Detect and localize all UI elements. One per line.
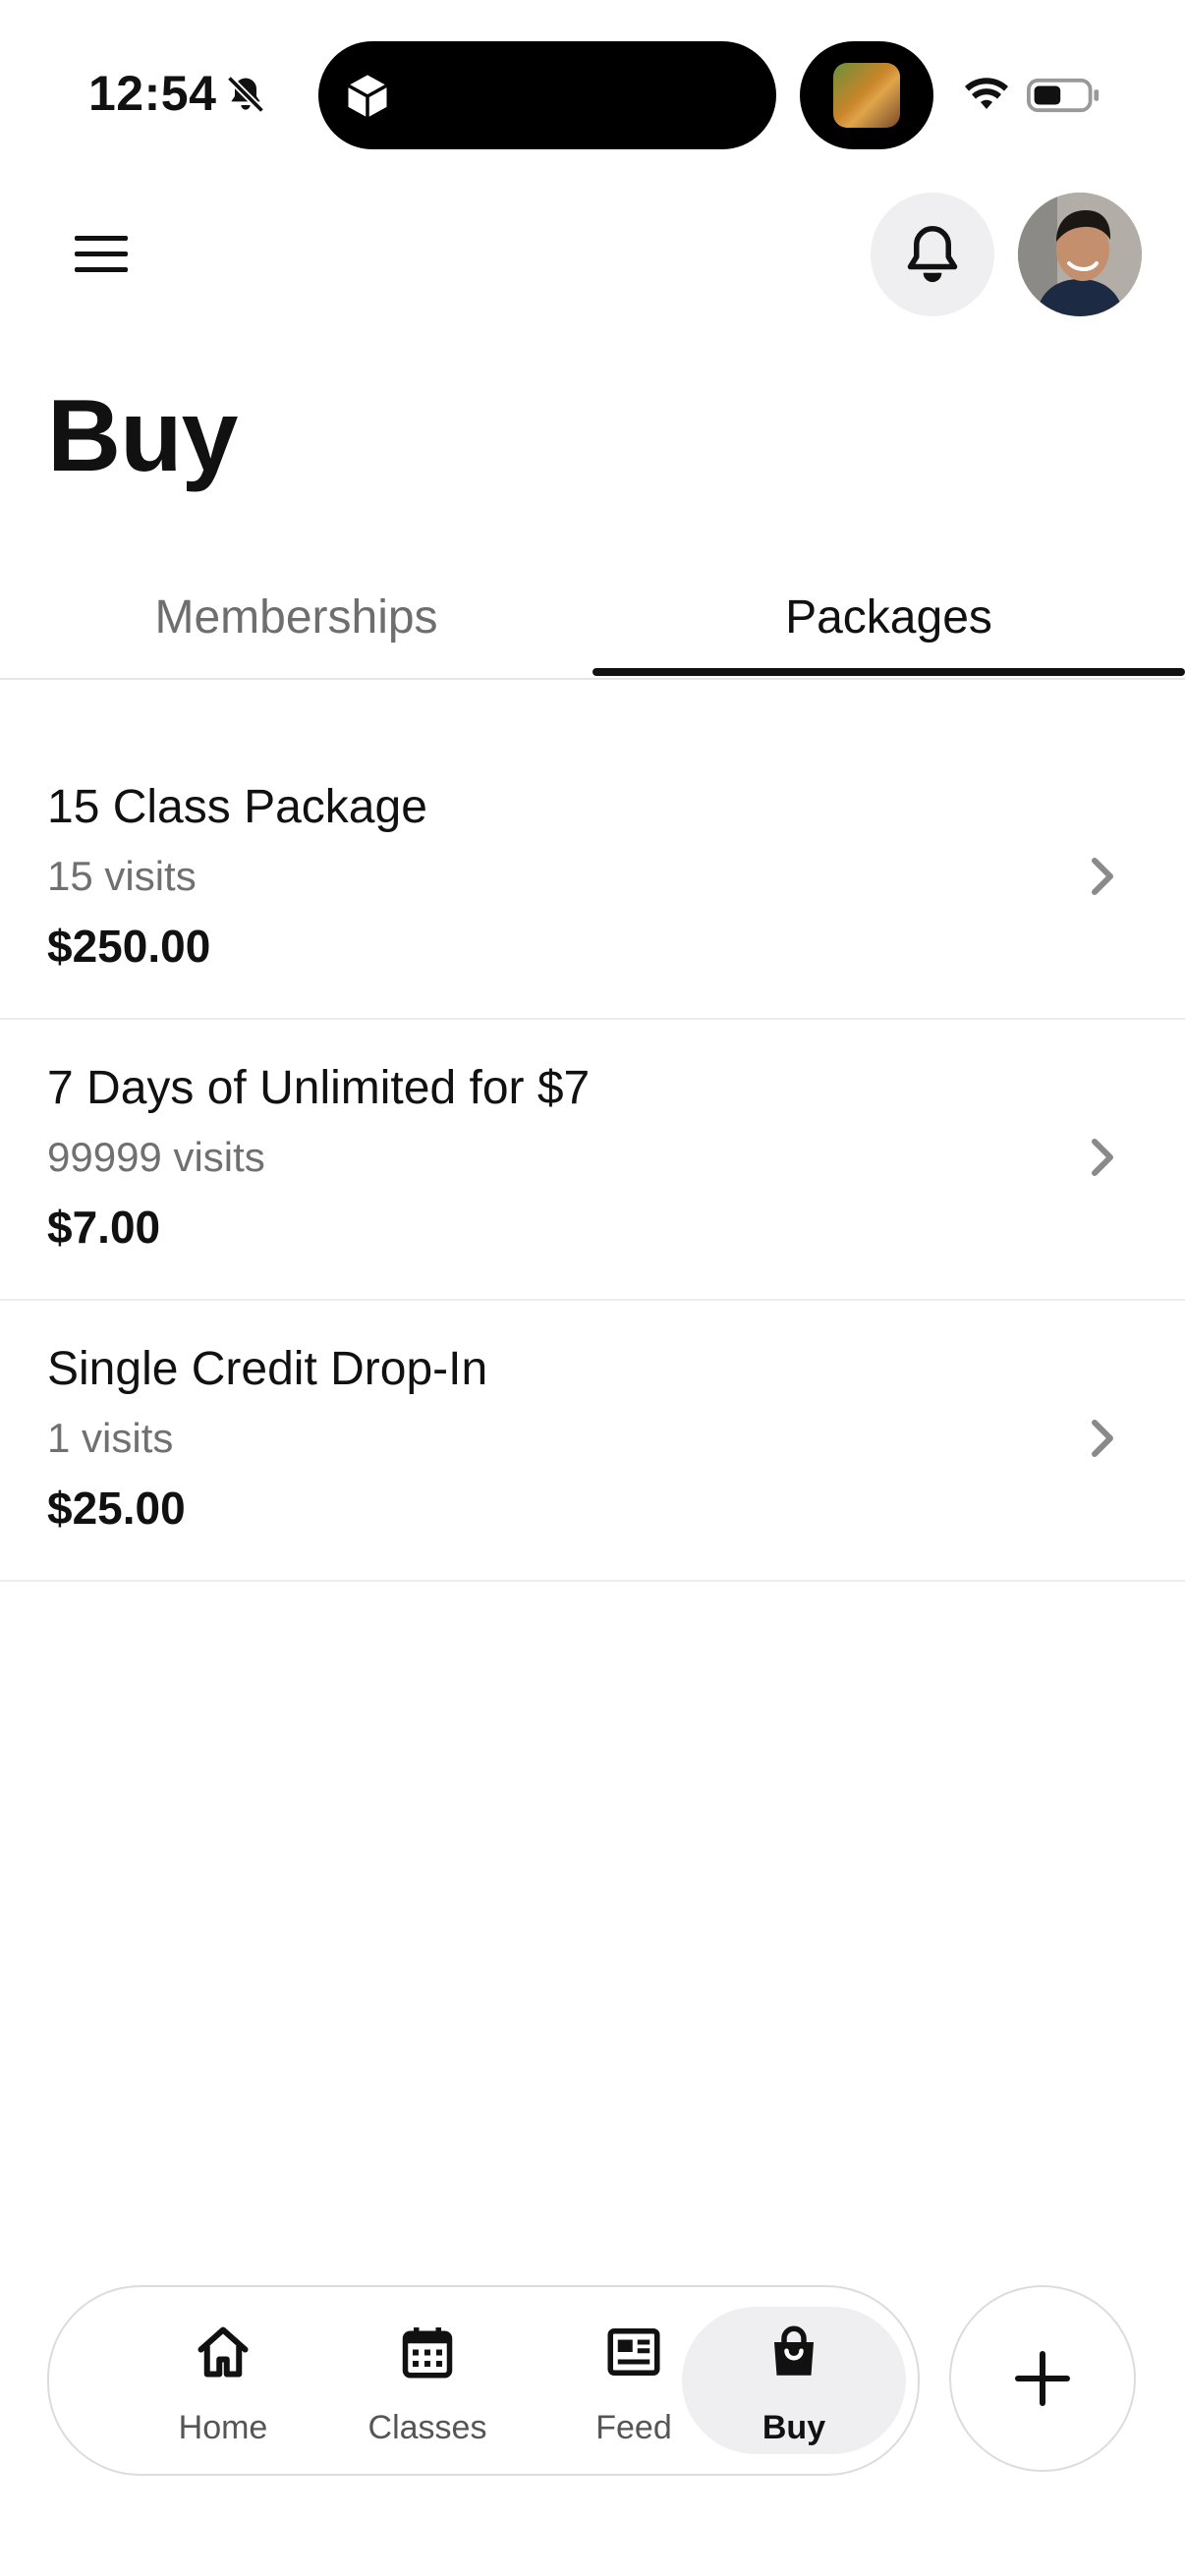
bell-icon: [907, 226, 958, 283]
package-price: $250.00: [47, 921, 211, 972]
live-activity: [800, 41, 933, 149]
tab-bar: Memberships Packages: [0, 566, 1185, 680]
package-visits: 99999 visits: [47, 1134, 265, 1180]
add-button[interactable]: [949, 2285, 1136, 2472]
cube-icon: [347, 75, 388, 118]
list-item[interactable]: 7 Days of Unlimited for $7 99999 visits …: [0, 1020, 1185, 1301]
notifications-button[interactable]: [871, 193, 994, 316]
shopping-bag-icon: [774, 2325, 814, 2376]
wifi-icon: [965, 78, 1008, 109]
list-item[interactable]: Single Credit Drop-In 1 visits $25.00: [0, 1301, 1185, 1582]
dynamic-island: [318, 41, 776, 149]
calendar-icon: [402, 2327, 453, 2379]
package-visits: 1 visits: [47, 1415, 174, 1461]
avatar-photo: [1018, 193, 1142, 316]
package-title: Single Credit Drop-In: [47, 1343, 488, 1395]
active-tab-indicator: [592, 668, 1185, 676]
package-visits: 15 visits: [47, 853, 197, 899]
chevron-right-icon: [1092, 858, 1113, 895]
package-title: 15 Class Package: [47, 781, 427, 833]
bottom-nav: Home Classes Feed Buy: [47, 2285, 920, 2476]
tab-packages[interactable]: Packages: [592, 566, 1185, 678]
chevron-right-icon: [1092, 1420, 1113, 1457]
list-item[interactable]: 15 Class Package 15 visits $250.00: [0, 739, 1185, 1020]
plus-icon: [1015, 2351, 1070, 2406]
page-title: Buy: [47, 379, 238, 493]
menu-button[interactable]: [69, 232, 138, 277]
battery-icon: [1027, 78, 1100, 113]
nav-home-label: Home: [178, 2409, 268, 2446]
bell-off-icon: [226, 75, 265, 114]
package-list: 15 Class Package 15 visits $250.00 7 Day…: [0, 739, 1185, 1582]
newspaper-icon: [607, 2328, 660, 2376]
package-price: $7.00: [47, 1202, 161, 1253]
nav-buy-label: Buy: [762, 2409, 826, 2446]
nav-classes-label: Classes: [367, 2409, 487, 2446]
avatar[interactable]: [1018, 193, 1142, 316]
nav-classes[interactable]: Classes: [324, 2307, 531, 2454]
app-thumbnail-icon: [833, 63, 900, 128]
chevron-right-icon: [1092, 1139, 1113, 1176]
nav-buy[interactable]: Buy: [682, 2307, 906, 2454]
tab-memberships[interactable]: Memberships: [0, 566, 592, 678]
status-time: 12:54: [88, 66, 217, 121]
home-icon: [198, 2326, 249, 2378]
package-price: $25.00: [47, 1483, 186, 1534]
nav-home[interactable]: Home: [120, 2307, 326, 2454]
package-title: 7 Days of Unlimited for $7: [47, 1062, 591, 1114]
